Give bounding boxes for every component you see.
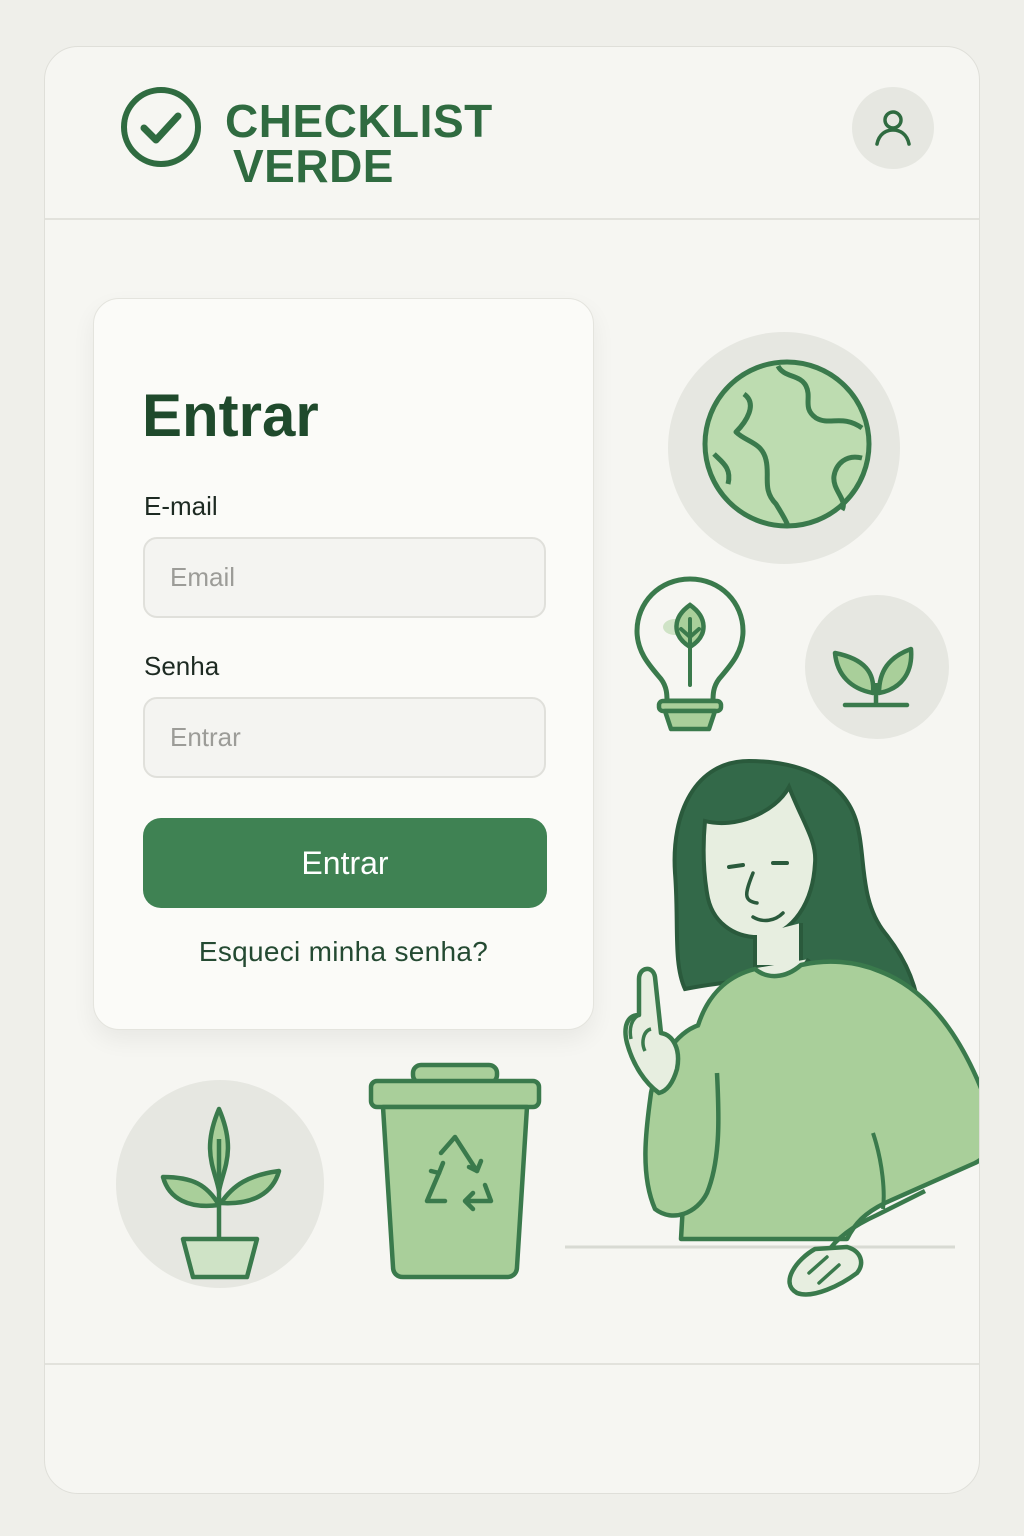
email-input[interactable] bbox=[143, 537, 546, 618]
profile-button[interactable] bbox=[852, 87, 934, 169]
header: CHECKLIST VERDE bbox=[45, 47, 979, 220]
potted-plant-icon bbox=[116, 1080, 324, 1288]
login-card: Entrar E-mail Senha Entrar Esqueci minha… bbox=[93, 298, 594, 1030]
eco-lightbulb-icon bbox=[634, 576, 746, 732]
brand-line-2: VERDE bbox=[233, 140, 394, 192]
woman-pointing-illustration bbox=[565, 758, 979, 1297]
app-frame: CHECKLIST VERDE Entrar E-mail Senha Entr… bbox=[44, 46, 980, 1494]
password-label: Senha bbox=[144, 651, 220, 681]
globe-icon bbox=[668, 332, 900, 564]
footer-divider bbox=[45, 1363, 979, 1365]
check-circle-icon bbox=[121, 87, 201, 167]
brand-logo-text: CHECKLIST VERDE bbox=[225, 95, 493, 192]
recycling-bin-icon bbox=[368, 1062, 542, 1280]
user-icon bbox=[875, 110, 911, 146]
login-title: Entrar bbox=[142, 382, 319, 449]
login-button[interactable]: Entrar bbox=[143, 818, 547, 908]
forgot-password-link[interactable]: Esqueci minha senha? bbox=[94, 936, 593, 968]
brand-line-1: CHECKLIST bbox=[225, 95, 493, 147]
password-input[interactable] bbox=[143, 697, 546, 778]
sprout-icon bbox=[805, 595, 949, 739]
email-label: E-mail bbox=[144, 491, 218, 521]
